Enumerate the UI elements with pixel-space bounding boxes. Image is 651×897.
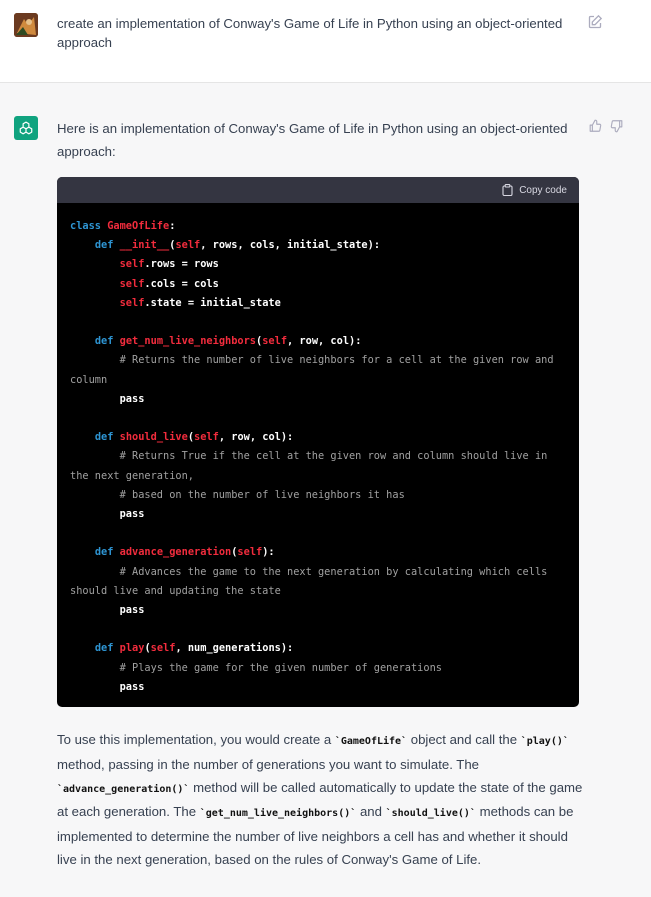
code-token: __init__ (119, 239, 170, 252)
code-line: # Returns the number of live neighbors f… (70, 351, 566, 370)
code-line: column (70, 371, 566, 390)
inline-code: `play()` (520, 736, 569, 747)
code-token: advance_generation (119, 546, 232, 559)
code-token: play (119, 642, 145, 655)
code-token: should live and updating the state (70, 584, 281, 597)
text-segment: object and call the (407, 732, 521, 747)
code-token: should_live (119, 431, 188, 444)
code-block: Copy code class GameOfLife: def __init__… (57, 177, 579, 707)
code-token: , row, col): (287, 335, 362, 348)
code-token: def (94, 239, 120, 252)
user-message: create an implementation of Conway's Gam… (0, 0, 651, 83)
code-token: , num_generations): (175, 642, 294, 655)
code-token: self (119, 258, 145, 271)
code-block-header: Copy code (57, 177, 579, 203)
code-token: : (169, 220, 176, 232)
text-segment: To use this implementation, you would cr… (57, 732, 335, 747)
assistant-intro-text: Here is an implementation of Conway's Ga… (57, 121, 568, 159)
user-avatar (14, 13, 38, 37)
code-token: self (237, 546, 263, 559)
code-token: self (119, 277, 145, 290)
code-token: get_num_live_neighbors (119, 335, 257, 348)
code-token: self (119, 296, 145, 309)
code-line: the next generation, (70, 467, 566, 486)
code-token: self (175, 239, 201, 252)
code-line: # Plays the game for the given number of… (70, 659, 566, 678)
code-line: def get_num_live_neighbors(self, row, co… (70, 332, 566, 351)
code-line: self.cols = cols (70, 275, 566, 294)
code-token: # Returns the number of live neighbors f… (119, 354, 554, 367)
code-token: class (70, 220, 108, 232)
code-token: self (194, 431, 219, 444)
assistant-outro-text: To use this implementation, you would cr… (57, 729, 587, 872)
copy-code-label: Copy code (519, 184, 567, 196)
code-token: def (94, 431, 120, 444)
code-token: # Plays the game for the given number of… (119, 661, 442, 674)
edit-icon[interactable] (587, 14, 603, 30)
code-token: .cols = cols (144, 277, 219, 290)
inline-code: `GameOfLife` (334, 736, 408, 747)
code-token: .state = initial_state (144, 296, 281, 309)
code-line: def advance_generation(self): (70, 543, 566, 562)
code-token: the next generation, (70, 469, 194, 482)
code-token: column (70, 373, 108, 386)
code-line: # based on the number of live neighbors … (70, 486, 566, 505)
code-token: def (94, 546, 120, 559)
code-token: pass (119, 680, 145, 693)
code-token: self (262, 335, 288, 348)
code-token: def (94, 335, 120, 348)
openai-logo-icon (19, 121, 33, 135)
code-token: , row, col): (218, 431, 294, 444)
text-segment: method, passing in the number of generat… (57, 756, 480, 772)
code-line: def should_live(self, row, col): (70, 428, 566, 447)
code-line: # Returns True if the cell at the given … (70, 447, 566, 466)
code-token: # based on the number of live neighbors … (119, 488, 405, 501)
inline-code: `should_live()` (385, 808, 476, 820)
code-line: class GameOfLife: (70, 217, 566, 236)
code-token: ): (262, 546, 275, 559)
thumbs-up-icon[interactable] (588, 119, 602, 133)
code-line: def __init__(self, rows, cols, initial_s… (70, 236, 566, 255)
code-token: def (94, 642, 120, 655)
code-line: should live and updating the state (70, 582, 566, 601)
code-content[interactable]: class GameOfLife: def __init__(self, row… (57, 203, 579, 697)
code-token: , rows, cols, initial_state): (200, 239, 381, 252)
text-segment: and (356, 804, 386, 820)
code-token: .rows = rows (144, 258, 219, 271)
inline-code: `advance_generation()` (57, 783, 190, 795)
user-avatar-image (14, 13, 38, 37)
code-line: self.rows = rows (70, 255, 566, 274)
code-line: pass (70, 678, 566, 697)
code-line: self.state = initial_state (70, 294, 566, 313)
code-line: pass (70, 390, 566, 409)
assistant-message: Here is an implementation of Conway's Ga… (0, 83, 651, 897)
thumbs-down-icon[interactable] (610, 119, 624, 133)
code-token: # Advances the game to the next generati… (119, 565, 548, 578)
code-line: pass (70, 505, 566, 524)
code-token: self (150, 642, 176, 655)
code-token: # Returns True if the cell at the given … (119, 450, 548, 463)
assistant-avatar (14, 116, 38, 140)
code-token: pass (119, 604, 145, 617)
user-message-text: create an implementation of Conway's Gam… (57, 16, 563, 50)
inline-code: `get_num_live_neighbors()` (199, 808, 357, 820)
code-line: # Advances the game to the next generati… (70, 563, 566, 582)
code-token: pass (119, 392, 145, 405)
copy-code-button[interactable]: Copy code (502, 184, 567, 196)
code-line: def play(self, num_generations): (70, 639, 566, 658)
code-line: pass (70, 601, 566, 620)
clipboard-icon (502, 184, 513, 196)
code-token: pass (119, 508, 145, 521)
code-token: GameOfLife (107, 220, 170, 232)
